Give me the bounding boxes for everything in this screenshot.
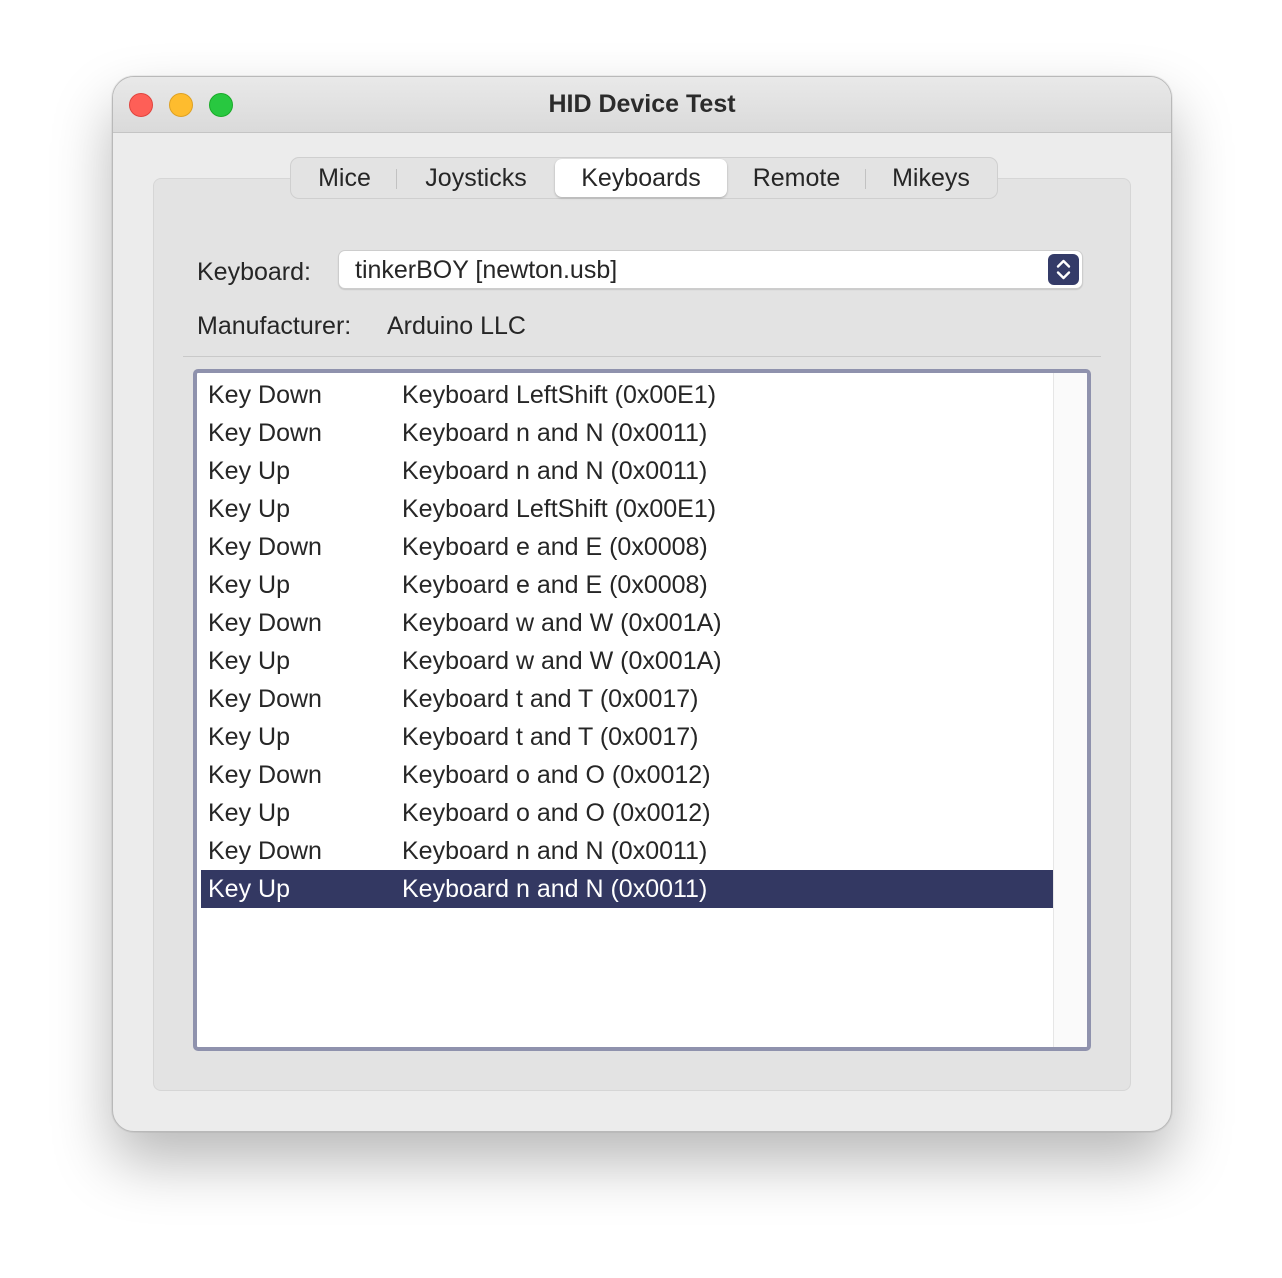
event-key: Keyboard LeftShift (0x00E1) [402, 495, 717, 523]
event-action: Key Up [208, 495, 290, 523]
event-key: Keyboard LeftShift (0x00E1) [402, 381, 717, 409]
window-title: HID Device Test [548, 90, 736, 118]
title-bar[interactable]: HID Device Test [113, 77, 1171, 133]
event-key: Keyboard w and W (0x001A) [402, 647, 722, 675]
table-row[interactable]: Key Up Keyboard LeftShift (0x00E1) [201, 490, 1054, 528]
event-key: Keyboard e and E (0x0008) [402, 533, 708, 561]
tab-mice[interactable]: Mice [292, 159, 397, 197]
table-row[interactable]: Key Down Keyboard n and N (0x0011) [201, 832, 1054, 870]
keyboard-label: Keyboard: [197, 258, 311, 286]
divider [183, 356, 1101, 357]
keyboard-select-value: tinkerBOY [newton.usb] [355, 256, 618, 284]
main-window: HID Device Test Mice Joysticks Keyboards… [112, 76, 1172, 1132]
table-row[interactable]: Key Down Keyboard e and E (0x0008) [201, 528, 1054, 566]
tab-remote[interactable]: Remote [727, 159, 866, 197]
event-action: Key Down [208, 381, 322, 409]
manufacturer-value: Arduino LLC [387, 312, 526, 340]
event-key: Keyboard n and N (0x0011) [402, 419, 708, 447]
event-key: Keyboard n and N (0x0011) [402, 457, 708, 485]
tab-bar: Mice Joysticks Keyboards Remote Mikeys [290, 157, 998, 199]
event-action: Key Up [208, 457, 290, 485]
table-row[interactable]: Key Down Keyboard o and O (0x0012) [201, 756, 1054, 794]
tab-joysticks[interactable]: Joysticks [397, 159, 555, 197]
event-key: Keyboard o and O (0x0012) [402, 761, 711, 789]
table-row[interactable]: Key Up Keyboard w and W (0x001A) [201, 642, 1054, 680]
table-row[interactable]: Key Up Keyboard e and E (0x0008) [201, 566, 1054, 604]
event-action: Key Down [208, 609, 322, 637]
event-action: Key Down [208, 533, 322, 561]
event-action: Key Down [208, 761, 322, 789]
table-row[interactable]: Key Down Keyboard t and T (0x0017) [201, 680, 1054, 718]
event-list-rows: Key Down Keyboard LeftShift (0x00E1) Key D… [201, 376, 1054, 908]
event-action: Key Up [208, 799, 290, 827]
scrollbar[interactable] [1053, 373, 1087, 1047]
tab-mikeys[interactable]: Mikeys [866, 159, 996, 197]
event-action: Key Up [208, 723, 290, 751]
event-action: Key Up [208, 571, 290, 599]
table-row[interactable]: Key Up Keyboard n and N (0x0011) [201, 870, 1054, 908]
table-row[interactable]: Key Up Keyboard n and N (0x0011) [201, 452, 1054, 490]
table-row[interactable]: Key Up Keyboard o and O (0x0012) [201, 794, 1054, 832]
event-action: Key Up [208, 647, 290, 675]
table-row[interactable]: Key Up Keyboard t and T (0x0017) [201, 718, 1054, 756]
event-key: Keyboard o and O (0x0012) [402, 799, 711, 827]
table-row[interactable]: Key Down Keyboard n and N (0x0011) [201, 414, 1054, 452]
event-action: Key Down [208, 685, 322, 713]
tab-keyboards[interactable]: Keyboards [555, 159, 727, 197]
event-action: Key Down [208, 837, 322, 865]
event-key: Keyboard n and N (0x0011) [402, 875, 708, 903]
table-row[interactable]: Key Down Keyboard w and W (0x001A) [201, 604, 1054, 642]
chevron-up-down-icon [1048, 254, 1079, 285]
event-key: Keyboard w and W (0x001A) [402, 609, 722, 637]
event-list[interactable]: Key Down Keyboard LeftShift (0x00E1) Key D… [193, 369, 1091, 1051]
event-key: Keyboard e and E (0x0008) [402, 571, 708, 599]
keyboard-select[interactable]: tinkerBOY [newton.usb] [338, 250, 1083, 289]
event-action: Key Up [208, 875, 290, 903]
event-key: Keyboard n and N (0x0011) [402, 837, 708, 865]
event-key: Keyboard t and T (0x0017) [402, 685, 699, 713]
manufacturer-label: Manufacturer: [197, 312, 352, 340]
table-row[interactable]: Key Down Keyboard LeftShift (0x00E1) [201, 376, 1054, 414]
event-action: Key Down [208, 419, 322, 447]
event-key: Keyboard t and T (0x0017) [402, 723, 699, 751]
